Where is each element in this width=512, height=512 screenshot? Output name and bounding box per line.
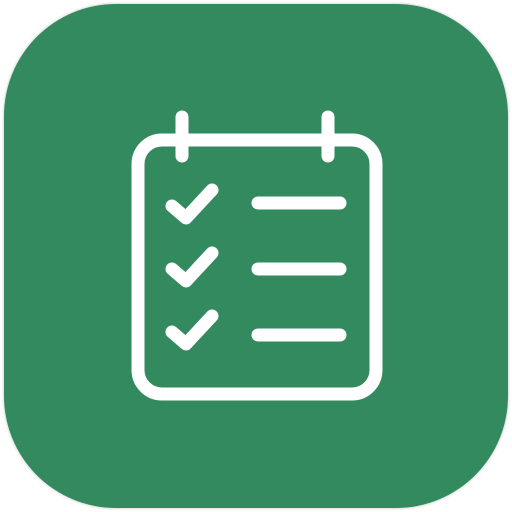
checklist-clipboard-icon: [4, 4, 508, 508]
app-icon[interactable]: [4, 4, 508, 508]
icon-background: [4, 4, 508, 508]
icon-canvas: [0, 0, 512, 512]
